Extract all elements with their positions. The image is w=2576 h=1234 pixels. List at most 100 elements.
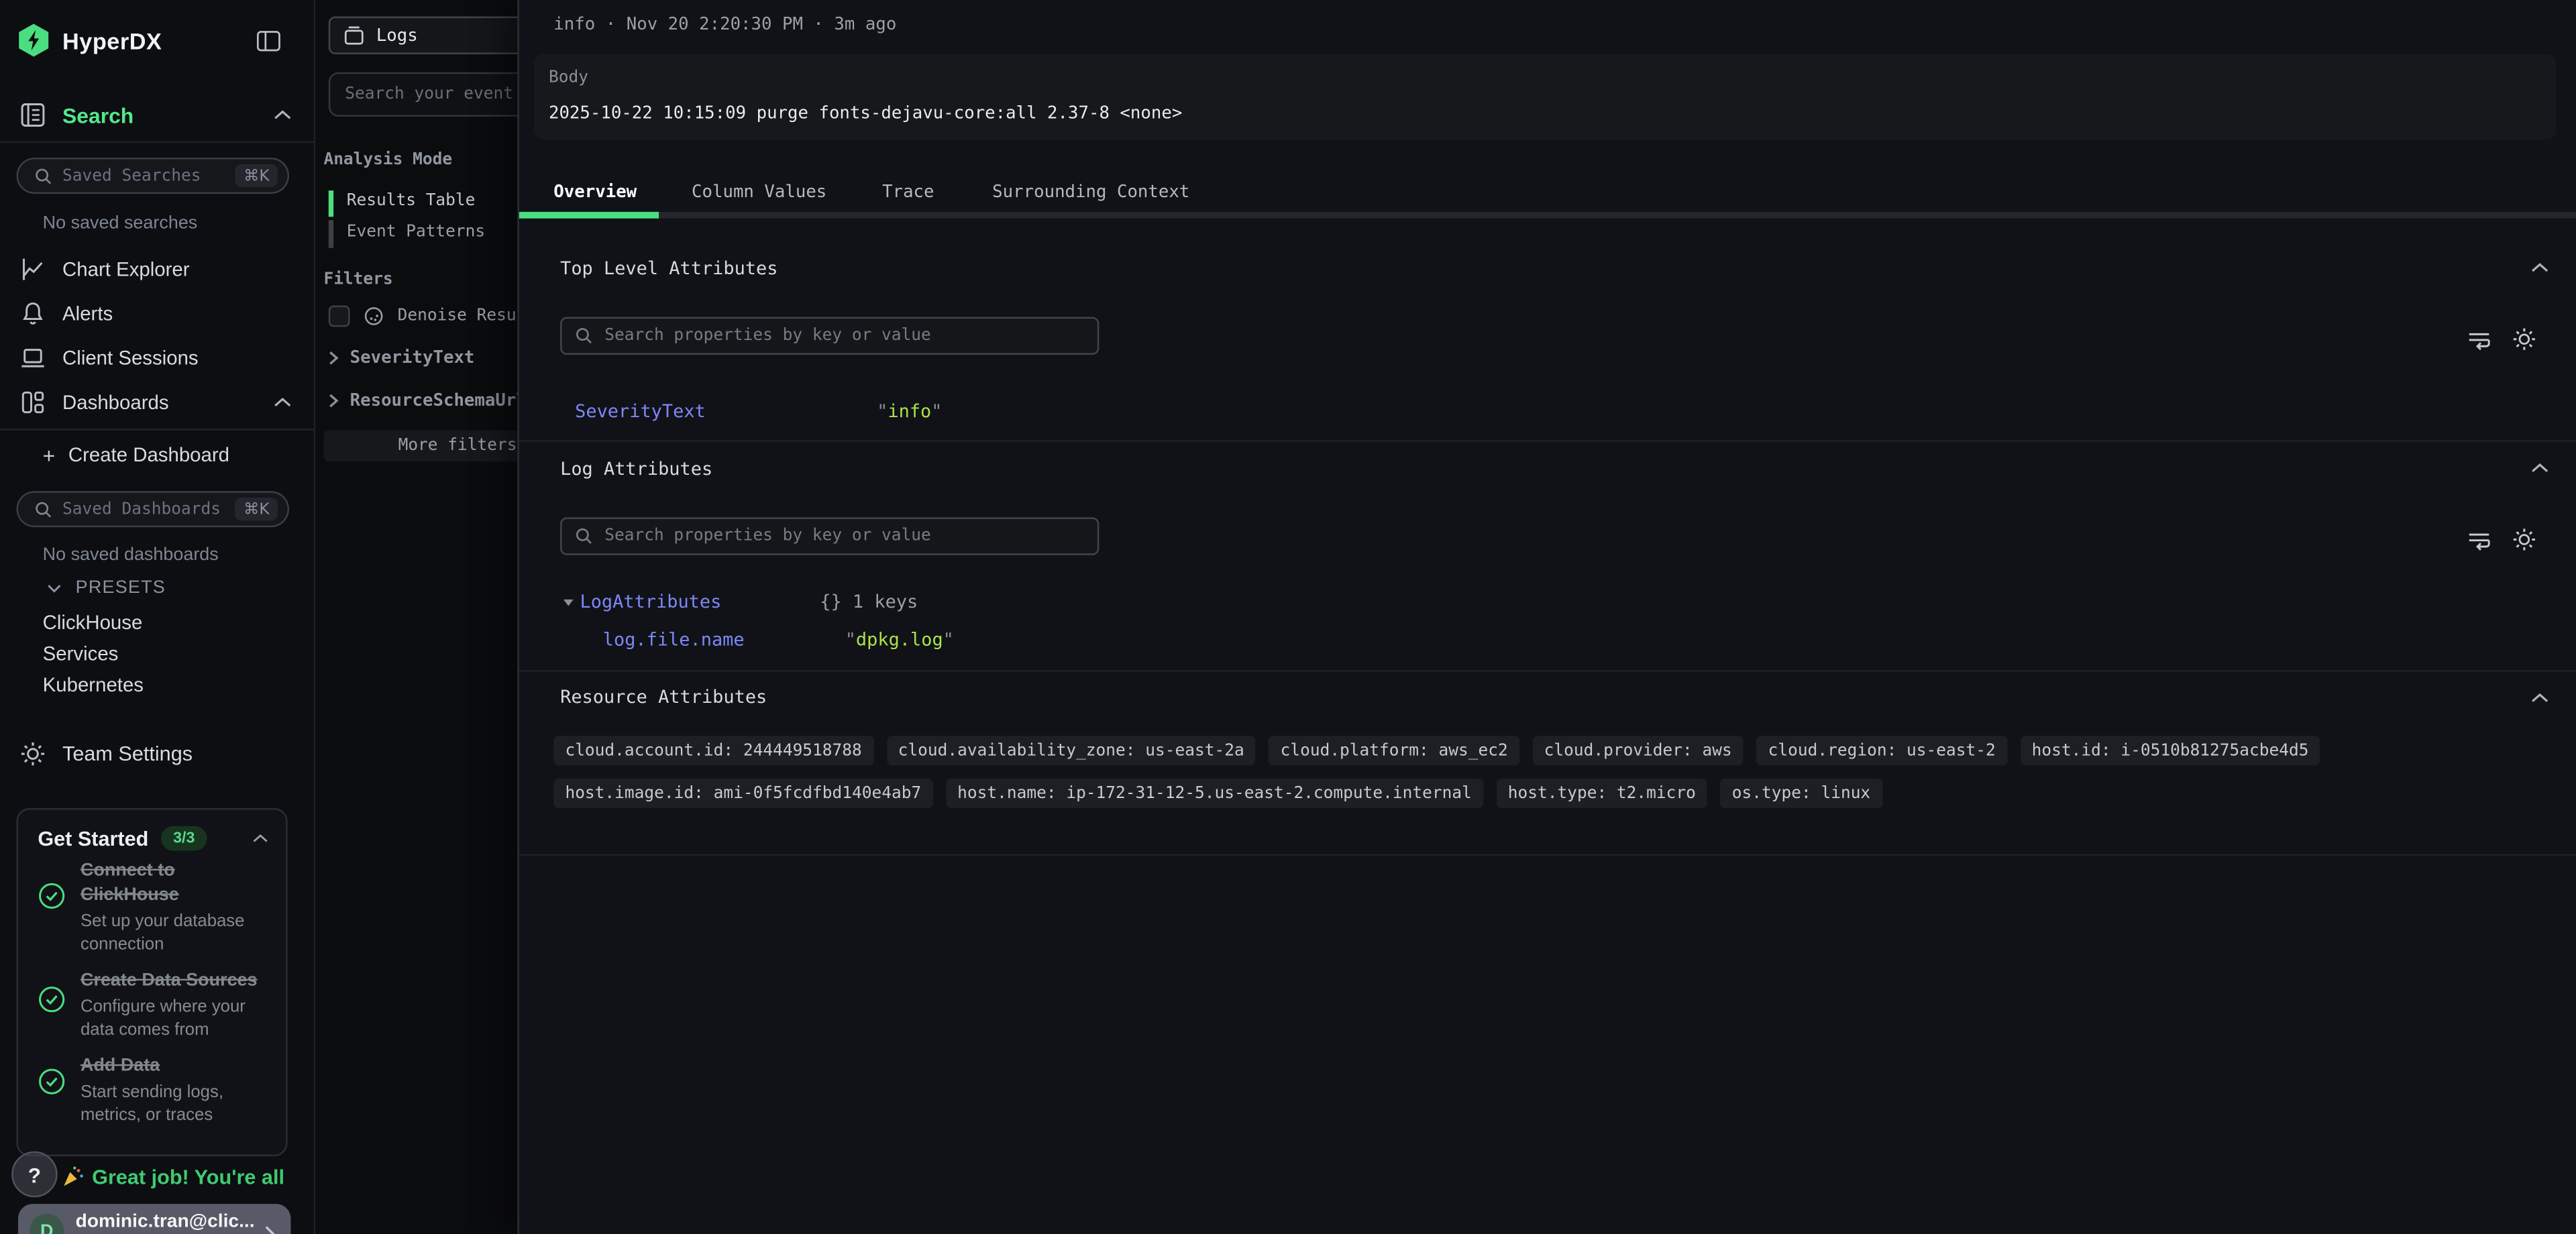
- preset-kubernetes[interactable]: Kubernetes: [43, 673, 144, 696]
- quote: ": [845, 629, 856, 651]
- denoise-checkbox[interactable]: [329, 306, 350, 327]
- shortcut-badge: ⌘K: [235, 498, 278, 520]
- sidebar-item-team-settings[interactable]: Team Settings: [19, 740, 193, 767]
- gear-icon: [2511, 326, 2536, 351]
- sidebar-item-alerts[interactable]: Alerts: [19, 300, 113, 327]
- section-settings-button[interactable]: [2510, 526, 2536, 552]
- log-attributes-search-input[interactable]: Search properties by key or value: [560, 517, 1099, 555]
- resource-chip[interactable]: cloud.platform: aws_ec2: [1269, 736, 1519, 765]
- top-level-search-input[interactable]: Search properties by key or value: [560, 317, 1099, 355]
- mode-results-table[interactable]: Results Table: [347, 192, 476, 211]
- collapse-section-button[interactable]: [2527, 255, 2553, 281]
- get-started-item-text: Add Data Start sending logs, metrics, or…: [80, 1054, 274, 1128]
- denoise-icon: [363, 306, 384, 327]
- help-button[interactable]: ?: [11, 1152, 58, 1198]
- search-section-icon: [19, 102, 46, 128]
- chart-icon: [19, 256, 46, 282]
- check-circle-icon: [38, 1068, 66, 1096]
- more-filters-label: More filters: [398, 437, 517, 455]
- get-started-item[interactable]: Create Data Sources Configure where your…: [38, 969, 274, 1043]
- get-started-card: Get Started 3/3 Connect to ClickHouse Se…: [16, 808, 287, 1156]
- event-relative-time: 3m ago: [834, 15, 896, 34]
- separator: ·: [813, 15, 823, 34]
- sidebar-item-label: Chart Explorer: [62, 258, 189, 280]
- presets-toggle[interactable]: PRESETS: [46, 578, 166, 598]
- presets-label: PRESETS: [76, 578, 166, 598]
- chevron-up-icon: [2530, 691, 2549, 705]
- attribute-row: SeverityText "info": [575, 392, 942, 424]
- search-icon: [575, 327, 593, 345]
- filter-group-severitytext[interactable]: SeverityText: [327, 348, 474, 368]
- resource-chips-row: cloud.account.id: 244449518788 cloud.ava…: [553, 736, 2320, 765]
- get-started-header[interactable]: Get Started 3/3: [38, 826, 269, 851]
- collapse-section-button[interactable]: [2527, 685, 2553, 711]
- preset-clickhouse[interactable]: ClickHouse: [43, 611, 143, 634]
- filter-group-resourceschemaurl[interactable]: ResourceSchemaUrl: [327, 391, 526, 410]
- no-saved-searches: No saved searches: [43, 213, 198, 233]
- get-started-item[interactable]: Connect to ClickHouse Set up your databa…: [38, 859, 274, 958]
- saved-searches-input[interactable]: Saved Searches ⌘K: [16, 158, 289, 194]
- resource-chip[interactable]: host.type: t2.micro: [1497, 779, 1707, 808]
- filter-group-label: ResourceSchemaUrl: [350, 391, 527, 410]
- line-wrap-button[interactable]: [2466, 327, 2492, 353]
- resource-chip[interactable]: host.image.id: ami-0f5fcdfbd140e4ab7: [553, 779, 932, 808]
- sidebar-collapse-button[interactable]: [256, 30, 281, 61]
- attribute-value[interactable]: dpkg.log: [856, 629, 943, 651]
- check-circle-icon: [38, 985, 66, 1013]
- tab-overview[interactable]: Overview: [553, 182, 637, 202]
- resource-chip[interactable]: cloud.account.id: 244449518788: [553, 736, 873, 765]
- preset-services[interactable]: Services: [43, 642, 119, 665]
- mode-event-patterns[interactable]: Event Patterns: [347, 223, 485, 241]
- caret-down-icon[interactable]: [564, 599, 574, 606]
- body-card: Body 2025-10-22 10:15:09 purge fonts-dej…: [534, 54, 2557, 139]
- tab-strip: [519, 212, 2576, 218]
- attribute-value[interactable]: info: [888, 401, 931, 423]
- event-header: info · Nov 20 2:20:30 PM · 3m ago: [553, 15, 896, 34]
- resource-chip[interactable]: cloud.region: us-east-2: [1756, 736, 2006, 765]
- sidebar-item-search[interactable]: Search: [19, 102, 292, 128]
- section-settings-button[interactable]: [2510, 325, 2536, 351]
- user-menu[interactable]: D dominic.tran@clic... dominic.tran@clic…: [18, 1204, 291, 1234]
- filters-label: Filters: [323, 271, 392, 289]
- chevron-right-icon: [327, 392, 340, 408]
- resource-chip[interactable]: cloud.availability_zone: us-east-2a: [887, 736, 1256, 765]
- divider: [0, 429, 314, 430]
- tab-trace[interactable]: Trace: [882, 182, 934, 202]
- hyperdx-logo-icon: [16, 23, 50, 57]
- bell-icon: [19, 300, 46, 327]
- resource-chip[interactable]: host.name: ip-172-31-12-5.us-east-2.comp…: [946, 779, 1483, 808]
- task-desc: Start sending logs, metrics, or traces: [80, 1082, 274, 1128]
- collapse-section-button[interactable]: [2527, 455, 2553, 481]
- get-started-item[interactable]: Add Data Start sending logs, metrics, or…: [38, 1054, 274, 1128]
- event-timestamp: Nov 20 2:20:30 PM: [627, 15, 803, 34]
- sidebar-item-client-sessions[interactable]: Client Sessions: [19, 345, 198, 371]
- app-window: HyperDX Search: [0, 0, 2576, 1234]
- saved-dashboards-input[interactable]: Saved Dashboards ⌘K: [16, 491, 289, 527]
- attribute-key[interactable]: LogAttributes: [580, 592, 721, 613]
- denoise-filter[interactable]: Denoise Results: [329, 306, 546, 327]
- line-wrap-button[interactable]: [2466, 527, 2492, 553]
- chevron-up-icon: [273, 109, 292, 122]
- resource-chip[interactable]: host.id: i-0510b81275acbe4d5: [2021, 736, 2320, 765]
- divider: [519, 670, 2576, 671]
- saved-searches-placeholder: Saved Searches: [62, 167, 225, 185]
- search-placeholder: Search properties by key or value: [604, 527, 931, 545]
- resource-chip[interactable]: cloud.provider: aws: [1532, 736, 1743, 765]
- sidebar-item-dashboards[interactable]: Dashboards: [19, 389, 292, 415]
- chevron-right-icon: [263, 1223, 278, 1234]
- quote: ": [877, 401, 888, 423]
- attribute-key[interactable]: SeverityText: [575, 401, 706, 423]
- resource-chip[interactable]: os.type: linux: [1721, 779, 1882, 808]
- search-icon: [575, 527, 593, 545]
- attribute-key[interactable]: log.file.name: [603, 629, 745, 651]
- congrats-row: Great job! You're all: [61, 1164, 284, 1189]
- get-started-title: Get Started: [38, 827, 148, 850]
- create-dashboard-button[interactable]: + Create Dashboard: [43, 443, 229, 466]
- tab-column-values[interactable]: Column Values: [692, 182, 826, 202]
- attribute-row: log.file.name "dpkg.log": [603, 621, 954, 653]
- sidebar-item-label: Alerts: [62, 302, 113, 325]
- task-title: Connect to ClickHouse: [80, 859, 274, 909]
- sidebar-item-chart-explorer[interactable]: Chart Explorer: [19, 256, 189, 282]
- active-mode-indicator: [329, 190, 333, 217]
- tab-surrounding-context[interactable]: Surrounding Context: [992, 182, 1189, 202]
